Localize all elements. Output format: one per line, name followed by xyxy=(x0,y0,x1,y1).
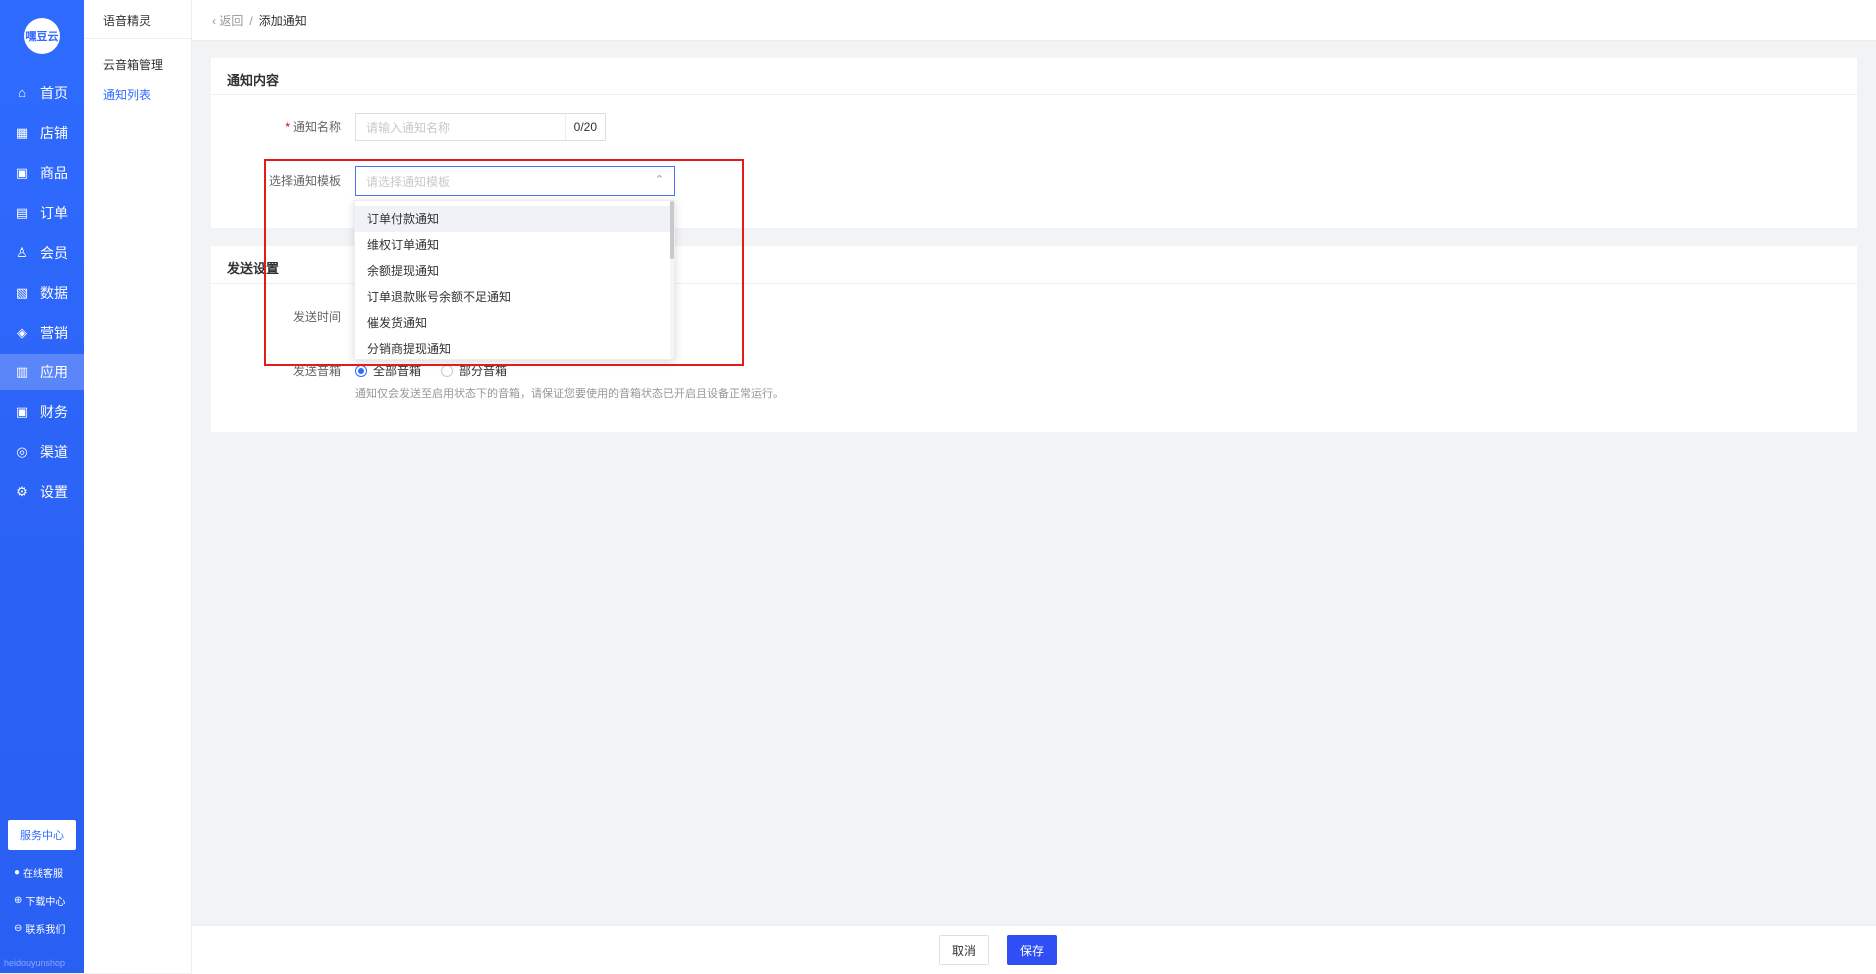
back-label: 返回 xyxy=(219,14,244,28)
nav-item-label: 设置 xyxy=(40,484,68,500)
secondary-nav: 语音精灵 云音箱管理 通知列表 xyxy=(84,0,192,973)
brand-logo[interactable]: 嘿豆云 xyxy=(24,18,60,54)
radio-unchecked-icon xyxy=(441,364,453,377)
nav-item-label: 首页 xyxy=(40,85,68,101)
action-bar: 取消 保存 xyxy=(192,925,1876,974)
nav-item-marketing[interactable]: ◈ 营销 xyxy=(0,315,84,351)
send-hint: 通知仅会发送至启用状态下的音箱，请保证您要使用的音箱状态已开启且设备正常运行。 xyxy=(355,388,784,400)
card-title: 通知内容 xyxy=(227,73,280,88)
cancel-button[interactable]: 取消 xyxy=(939,935,989,965)
subnav-item-notice-list[interactable]: 通知列表 xyxy=(103,86,151,103)
download-icon: ⊕ xyxy=(14,895,23,906)
nav-item-home[interactable]: ⌂ 首页 xyxy=(0,75,84,111)
nav-item-app[interactable]: ▥ 应用 xyxy=(0,354,84,390)
channel-icon: ◎ xyxy=(16,444,28,459)
home-icon: ⌂ xyxy=(18,85,26,100)
finance-icon: ▣ xyxy=(15,404,29,419)
char-counter: 0/20 xyxy=(564,114,605,140)
breadcrumb-separator: / xyxy=(249,13,253,28)
nav-item-label: 应用 xyxy=(40,364,68,380)
radio-checked-icon xyxy=(355,364,367,377)
nav-item-label: 财务 xyxy=(40,404,68,420)
contact-icon: ⊖ xyxy=(14,923,23,934)
nav-item-data[interactable]: ▧ 数据 xyxy=(0,275,84,311)
top-bar: ‹ 返回 / 添加通知 xyxy=(192,0,1876,41)
notice-name-input[interactable]: 请输入通知名称 0/20 xyxy=(355,113,606,141)
highlight-box xyxy=(264,159,744,366)
breadcrumb-current: 添加通知 xyxy=(258,14,307,28)
link-label: 在线客服 xyxy=(23,869,64,880)
order-icon: ▤ xyxy=(15,205,29,220)
nav-item-member[interactable]: ♙ 会员 xyxy=(0,235,84,271)
online-service-link[interactable]: ● 在线客服 xyxy=(14,865,63,880)
data-icon: ▧ xyxy=(15,285,29,300)
contact-us-link[interactable]: ⊖ 联系我们 xyxy=(14,921,65,936)
settings-gear-icon: ⚙ xyxy=(16,484,28,499)
nav-item-label: 数据 xyxy=(40,285,68,301)
member-icon: ♙ xyxy=(16,245,28,260)
nav-item-label: 店铺 xyxy=(40,125,68,141)
nav-item-channel[interactable]: ◎ 渠道 xyxy=(0,434,84,470)
domain-watermark: heidouyunshop xyxy=(4,958,66,968)
chevron-left-icon: ‹ xyxy=(212,14,216,28)
app-icon: ▥ xyxy=(15,364,29,379)
nav-item-goods[interactable]: ▣ 商品 xyxy=(0,155,84,191)
goods-icon: ▣ xyxy=(15,165,29,180)
nav-item-store[interactable]: ▦ 店铺 xyxy=(0,115,84,151)
save-button[interactable]: 保存 xyxy=(1007,935,1057,965)
nav-item-label: 营销 xyxy=(40,325,68,341)
divider xyxy=(84,38,191,39)
download-center-link[interactable]: ⊕ 下载中心 xyxy=(14,893,65,908)
breadcrumb: ‹ 返回 / 添加通知 xyxy=(212,12,307,29)
back-link[interactable]: ‹ 返回 xyxy=(212,12,243,29)
nav-item-finance[interactable]: ▣ 财务 xyxy=(0,394,84,430)
name-label: * 通知名称 xyxy=(231,118,341,135)
nav-item-label: 订单 xyxy=(40,205,68,221)
main-nav: 嘿豆云 ⌂ 首页 ▦ 店铺 ▣ 商品 ▤ 订单 ♙ 会员 ▧ 数据 ◈ 营销 ▥… xyxy=(0,0,84,973)
nav-item-settings[interactable]: ⚙ 设置 xyxy=(0,474,84,510)
divider xyxy=(211,94,1857,95)
subnav-title: 语音精灵 xyxy=(103,14,152,28)
nav-item-order[interactable]: ▤ 订单 xyxy=(0,195,84,231)
marketing-tag-icon: ◈ xyxy=(17,325,27,340)
store-icon: ▦ xyxy=(15,125,29,140)
input-placeholder: 请输入通知名称 xyxy=(366,120,451,135)
customer-service-icon: ● xyxy=(14,867,21,878)
nav-item-label: 商品 xyxy=(40,165,68,181)
name-label-text: 通知名称 xyxy=(292,120,341,134)
subnav-item-speaker-management[interactable]: 云音箱管理 xyxy=(103,56,163,73)
nav-item-label: 会员 xyxy=(40,245,68,261)
link-label: 下载中心 xyxy=(25,897,66,908)
required-mark: * xyxy=(285,120,290,134)
nav-item-label: 渠道 xyxy=(40,444,68,460)
link-label: 联系我们 xyxy=(25,925,66,936)
service-center-button[interactable]: 服务中心 xyxy=(8,820,76,850)
